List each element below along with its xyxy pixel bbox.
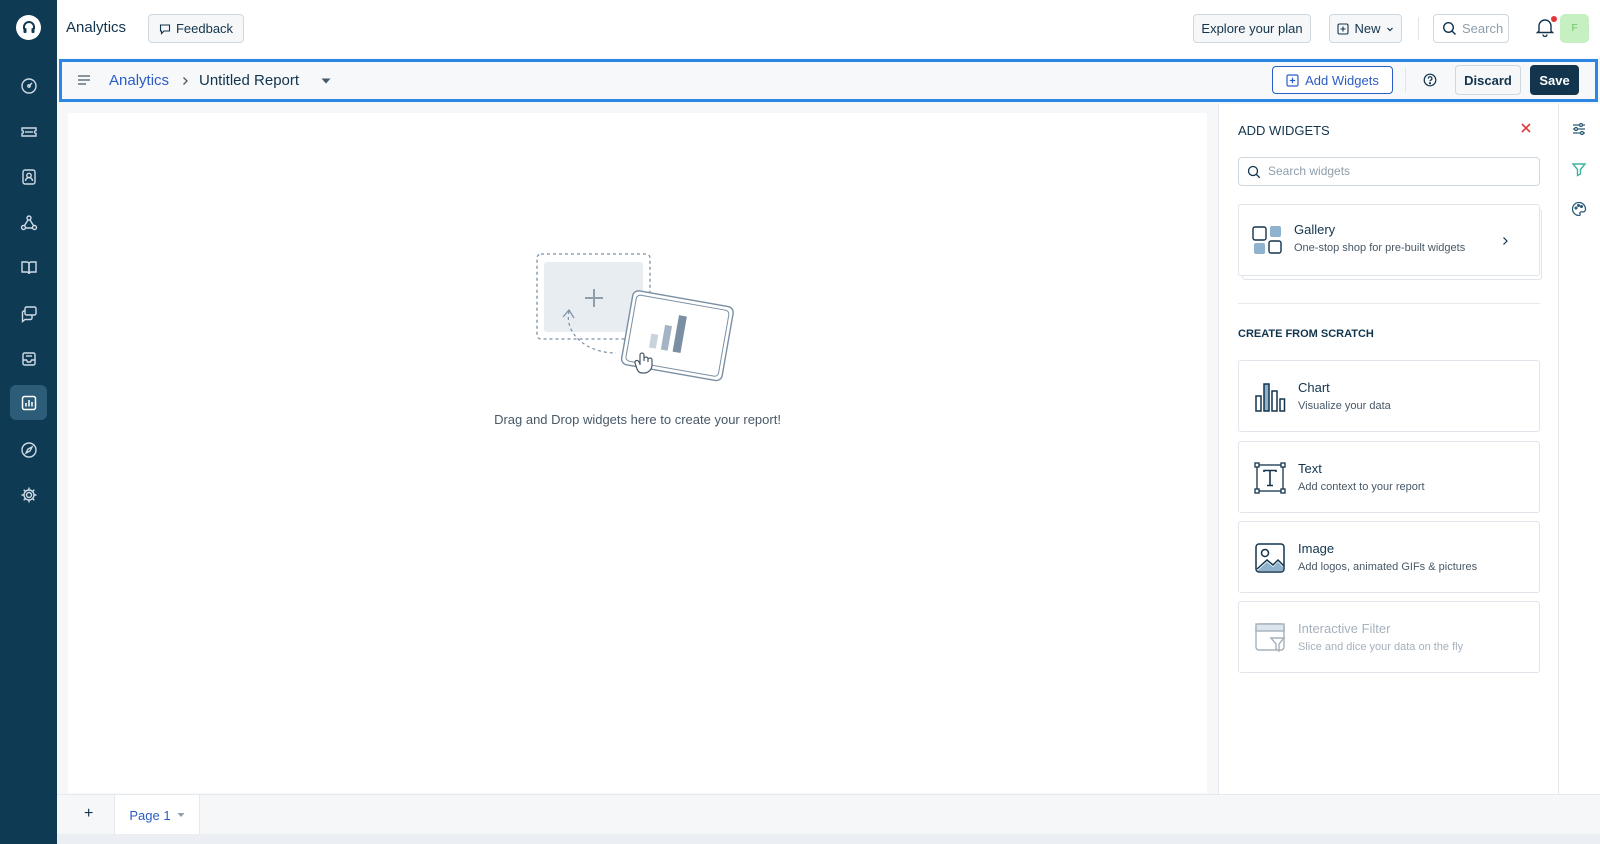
filter-icon[interactable] xyxy=(1571,161,1589,179)
chart-widget-subtitle: Visualize your data xyxy=(1298,400,1391,412)
close-icon[interactable] xyxy=(1520,122,1532,134)
search-icon xyxy=(1247,165,1261,179)
sidebar-item-conversations[interactable] xyxy=(10,296,47,331)
add-page-button[interactable]: + xyxy=(84,805,93,823)
page-tab-1[interactable]: Page 1 xyxy=(114,795,200,835)
plus-box-icon xyxy=(1286,73,1299,87)
app-title: Analytics xyxy=(66,19,127,36)
sidebar-item-solutions[interactable] xyxy=(10,250,47,285)
gallery-title: Gallery xyxy=(1294,222,1336,237)
header-divider xyxy=(1418,17,1419,40)
explore-plan-label: Explore your plan xyxy=(1201,21,1303,36)
sidebar-item-analytics[interactable] xyxy=(10,385,47,420)
widget-search-input[interactable] xyxy=(1268,164,1530,178)
drop-widgets-illustration xyxy=(536,253,736,388)
interactive-filter-icon xyxy=(1254,622,1286,654)
image-widget-card[interactable]: Image Add logos, animated GIFs & picture… xyxy=(1238,521,1540,593)
add-widgets-panel: ADD WIDGETS Gallery One-stop shop for pr… xyxy=(1218,104,1558,794)
inbox-icon xyxy=(20,350,38,368)
feedback-label: Feedback xyxy=(175,21,234,36)
interactive-filter-subtitle: Slice and dice your data on the fly xyxy=(1298,641,1464,653)
image-widget-title: Image xyxy=(1298,541,1335,556)
sidebar-item-groups[interactable] xyxy=(10,205,47,240)
plus-box-icon xyxy=(1337,22,1350,35)
right-tool-rail xyxy=(1558,104,1600,794)
text-widget-subtitle: Add context to your report xyxy=(1298,481,1425,493)
solutions-icon xyxy=(20,259,38,277)
interactive-filter-widget-card: Interactive Filter Slice and dice your d… xyxy=(1238,601,1540,673)
empty-canvas-message: Drag and Drop widgets here to create you… xyxy=(494,412,781,427)
text-icon xyxy=(1254,462,1286,494)
top-header: Analytics Feedback Explore your plan New… xyxy=(57,0,1600,58)
page-tab-label: Page 1 xyxy=(129,807,171,823)
panel-divider xyxy=(1238,303,1540,304)
gallery-subtitle: One-stop shop for pre-built widgets xyxy=(1294,242,1466,254)
global-search-button[interactable]: Search xyxy=(1433,14,1509,43)
report-toolbar: Analytics Untitled Report Add Widgets Di… xyxy=(59,59,1598,102)
search-icon xyxy=(1442,21,1457,36)
toolbar-divider xyxy=(1405,68,1406,92)
sidebar-item-dashboard[interactable] xyxy=(10,68,47,103)
help-icon[interactable] xyxy=(1423,73,1437,87)
user-avatar[interactable]: F xyxy=(1560,14,1589,43)
chart-widget-title: Chart xyxy=(1298,380,1330,395)
feedback-icon xyxy=(159,23,171,35)
chevron-down-icon[interactable] xyxy=(177,812,185,818)
global-search-label: Search xyxy=(1462,21,1504,36)
sidebar-item-inbox[interactable] xyxy=(10,341,47,376)
settings-icon xyxy=(20,486,38,504)
analytics-icon xyxy=(20,394,38,412)
left-sidebar xyxy=(0,0,57,844)
chevron-right-icon xyxy=(1501,236,1509,246)
breadcrumb-analytics[interactable]: Analytics xyxy=(109,72,169,89)
image-widget-subtitle: Add logos, animated GIFs & pictures xyxy=(1298,561,1478,573)
new-button[interactable]: New xyxy=(1329,14,1402,43)
text-widget-card[interactable]: Text Add context to your report xyxy=(1238,441,1540,513)
discard-button[interactable]: Discard xyxy=(1455,65,1521,95)
page-tabs-bar: + Page 1 xyxy=(57,794,1600,835)
breadcrumb-chevron-icon xyxy=(181,76,189,86)
conversations-icon xyxy=(20,305,38,323)
add-widgets-button[interactable]: Add Widgets xyxy=(1272,66,1393,94)
contacts-icon xyxy=(20,168,38,186)
gallery-grid-icon xyxy=(1252,225,1282,255)
sidebar-item-settings[interactable] xyxy=(10,477,47,512)
menu-lines-icon[interactable] xyxy=(77,74,91,86)
dashboard-icon xyxy=(20,77,38,95)
notification-badge xyxy=(1551,16,1557,22)
chevron-down-icon xyxy=(1386,25,1394,33)
image-icon xyxy=(1254,542,1286,574)
report-title[interactable]: Untitled Report xyxy=(199,72,299,89)
tickets-icon xyxy=(20,123,38,141)
new-label: New xyxy=(1354,21,1381,36)
feedback-button[interactable]: Feedback xyxy=(148,14,244,43)
widget-search-field[interactable] xyxy=(1238,157,1540,186)
panel-title: ADD WIDGETS xyxy=(1238,123,1330,138)
discover-icon xyxy=(20,441,38,459)
report-options-caret-icon[interactable] xyxy=(321,77,331,85)
report-canvas[interactable]: Drag and Drop widgets here to create you… xyxy=(68,113,1207,793)
groups-icon xyxy=(20,214,38,232)
brand-logo-icon[interactable] xyxy=(16,15,41,40)
chart-widget-card[interactable]: Chart Visualize your data xyxy=(1238,360,1540,432)
create-from-scratch-label: CREATE FROM SCRATCH xyxy=(1238,328,1374,340)
save-button[interactable]: Save xyxy=(1530,65,1579,95)
palette-icon[interactable] xyxy=(1571,201,1589,219)
bottom-scroll-strip xyxy=(57,834,1600,844)
sliders-icon[interactable] xyxy=(1571,121,1589,139)
sidebar-item-discover[interactable] xyxy=(10,432,47,467)
explore-plan-button[interactable]: Explore your plan xyxy=(1193,14,1311,43)
text-widget-title: Text xyxy=(1298,461,1322,476)
bar-chart-icon xyxy=(1254,381,1286,413)
sidebar-item-contacts[interactable] xyxy=(10,159,47,194)
interactive-filter-title: Interactive Filter xyxy=(1298,621,1391,636)
sidebar-item-tickets[interactable] xyxy=(10,114,47,149)
add-widgets-label: Add Widgets xyxy=(1305,72,1379,88)
gallery-card[interactable]: Gallery One-stop shop for pre-built widg… xyxy=(1238,204,1540,276)
